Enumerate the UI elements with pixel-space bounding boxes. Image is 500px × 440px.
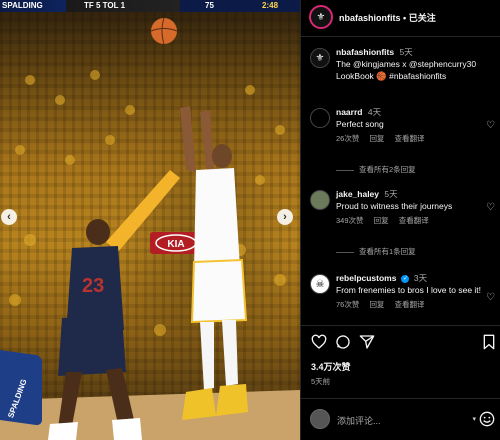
emoji-icon[interactable] — [479, 411, 495, 427]
skull-icon: ☠ — [315, 278, 325, 290]
like-count[interactable]: 3.4万次赞 — [311, 360, 351, 373]
comments-list[interactable]: ⚜ nbafashionfits 5天 The @kingjames x @st… — [301, 38, 500, 323]
like-comment-heart-icon[interactable]: ♡ — [486, 292, 495, 303]
comment-username[interactable]: naarrd — [336, 107, 362, 117]
bookmark-icon[interactable] — [481, 334, 497, 350]
caption-avatar[interactable]: ⚜ — [310, 48, 330, 68]
comment-username[interactable]: rebelpcustoms — [336, 273, 396, 283]
translate-button[interactable]: 查看翻译 — [399, 216, 429, 225]
share-plane-icon[interactable] — [359, 334, 375, 350]
comment-input[interactable]: 添加评论... — [337, 414, 457, 427]
fashion-logo-icon: ⚜ — [316, 11, 326, 23]
reply-button[interactable]: 回复 — [369, 300, 384, 309]
translate-button[interactable]: 查看翻译 — [395, 300, 425, 309]
view-replies-button[interactable]: 查看所有2条回复 — [336, 164, 416, 175]
comment-time: 4天 — [367, 107, 382, 117]
comment-text: Proud to witness their journeys — [336, 201, 453, 211]
header-divider — [301, 36, 500, 37]
composer-divider — [301, 398, 500, 399]
scoreboard-score: 75 — [205, 1, 214, 10]
scoreboard-clock: 2:48 — [262, 1, 279, 10]
scoreboard-left: SPALDING — [2, 1, 43, 10]
comment-likes[interactable]: 76次赞 — [336, 300, 359, 309]
comment-item: naarrd 4天 Perfect song 26次赞 回复 查看翻译 ♡ 查看… — [301, 106, 500, 174]
comment-body: rebelpcustoms ✓ 3天 From frenemies to bros… — [336, 272, 486, 311]
comment-likes[interactable]: 26次赞 — [336, 134, 359, 143]
like-heart-icon[interactable] — [311, 334, 327, 350]
like-comment-heart-icon[interactable]: ♡ — [486, 202, 495, 213]
author-name[interactable]: nbafashionfits — [339, 13, 401, 23]
comment-meta: 349次赞 回复 查看翻译 — [336, 215, 486, 227]
post-header: ⚜ nbafashionfits • 已关注 — [301, 0, 500, 36]
scoreboard-fouls: TF 5 TOL 1 — [84, 1, 126, 10]
previous-image-button[interactable]: ‹ — [1, 209, 17, 225]
comment-body: jake_haley 5天 Proud to witness their jou… — [336, 188, 486, 227]
comment-text: Perfect song — [336, 119, 384, 129]
caption-username[interactable]: nbafashionfits — [336, 47, 394, 57]
caret-down-icon[interactable]: ▾ — [472, 415, 476, 423]
basketball-photo: KIA SPALDING 23 — [0, 17, 300, 440]
like-comment-heart-icon[interactable]: ♡ — [486, 120, 495, 131]
next-image-button[interactable]: › — [277, 209, 293, 225]
actions-divider — [301, 325, 500, 326]
comment-item: jake_haley 5天 Proud to witness their jou… — [301, 188, 500, 256]
scoreboard: SPALDING TF 5 TOL 1 75 2:48 — [0, 0, 300, 12]
caption-time: 5天 — [399, 47, 413, 57]
caption-text: The @kingjames x @stephencurry30 LookBoo… — [336, 59, 477, 81]
caption: ⚜ nbafashionfits 5天 The @kingjames x @st… — [301, 46, 500, 92]
reply-button[interactable]: 回复 — [369, 134, 384, 143]
fashion-logo-icon: ⚜ — [315, 52, 325, 64]
view-replies-button[interactable]: 查看所有1条回复 — [336, 246, 416, 257]
comment-meta: 76次赞 回复 查看翻译 — [336, 299, 486, 311]
comment-time: 3天 — [413, 273, 428, 283]
comment-username[interactable]: jake_haley — [336, 189, 379, 199]
reply-button[interactable]: 回复 — [374, 216, 389, 225]
commenter-avatar[interactable] — [310, 190, 330, 210]
author-avatar[interactable]: ⚜ — [309, 5, 333, 29]
post-timestamp: 5天前 — [311, 377, 331, 386]
comment-likes[interactable]: 349次赞 — [336, 216, 364, 225]
comment-body: naarrd 4天 Perfect song 26次赞 回复 查看翻译 — [336, 106, 486, 145]
post-side-panel: ⚜ nbafashionfits • 已关注 ⚜ nbafashionfits … — [300, 0, 500, 440]
current-user-avatar — [310, 409, 330, 429]
jersey-number: 23 — [82, 275, 104, 297]
commenter-avatar[interactable] — [310, 108, 330, 128]
author-username[interactable]: nbafashionfits • 已关注 — [339, 11, 436, 24]
commenter-avatar[interactable]: ☠ — [310, 274, 330, 294]
caption-body: nbafashionfits 5天 The @kingjames x @step… — [336, 46, 486, 82]
follow-status[interactable]: 已关注 — [409, 13, 436, 23]
court-sign: KIA — [167, 239, 184, 250]
translate-button[interactable]: 查看翻译 — [395, 134, 425, 143]
comment-time: 5天 — [384, 189, 398, 199]
comment-bubble-icon[interactable] — [335, 334, 351, 350]
post-actions — [301, 328, 500, 356]
verified-badge-icon: ✓ — [401, 274, 410, 283]
comment-meta: 26次赞 回复 查看翻译 — [336, 133, 486, 145]
comment-item: ☠ rebelpcustoms ✓ 3天 From frenemies to br… — [301, 272, 500, 323]
comment-text: From frenemies to bros I love to see it! — [336, 285, 482, 295]
comment-composer: 添加评论... ▾ — [301, 400, 500, 440]
post-media[interactable]: KIA SPALDING 23 SPALDING TF 5 TOL 1 75 2… — [0, 0, 300, 440]
